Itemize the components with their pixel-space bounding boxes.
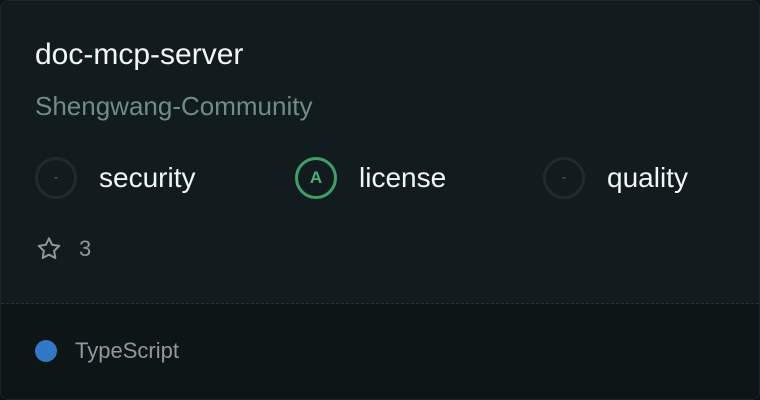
security-label: security — [99, 162, 196, 193]
language-name: TypeScript — [75, 338, 179, 363]
language-color-dot — [35, 340, 57, 362]
repo-owner[interactable]: Shengwang-Community — [35, 89, 312, 123]
quality-grade-badge: - — [543, 157, 585, 199]
license-grade-badge: A — [295, 157, 337, 199]
star-icon — [37, 237, 61, 259]
star-count-value: 3 — [79, 236, 92, 261]
repo-name[interactable]: doc-mcp-server — [35, 35, 243, 75]
security-grade-badge: - — [35, 157, 77, 199]
metric-security: - security — [35, 155, 195, 201]
quality-label: quality — [607, 162, 688, 193]
license-label: license — [359, 162, 447, 193]
metric-license: A license — [295, 155, 446, 201]
language-indicator: TypeScript — [35, 335, 179, 367]
metric-quality: - quality — [543, 155, 688, 201]
repo-card[interactable]: doc-mcp-server Shengwang-Community - sec… — [0, 0, 760, 400]
star-count: 3 — [35, 233, 91, 265]
